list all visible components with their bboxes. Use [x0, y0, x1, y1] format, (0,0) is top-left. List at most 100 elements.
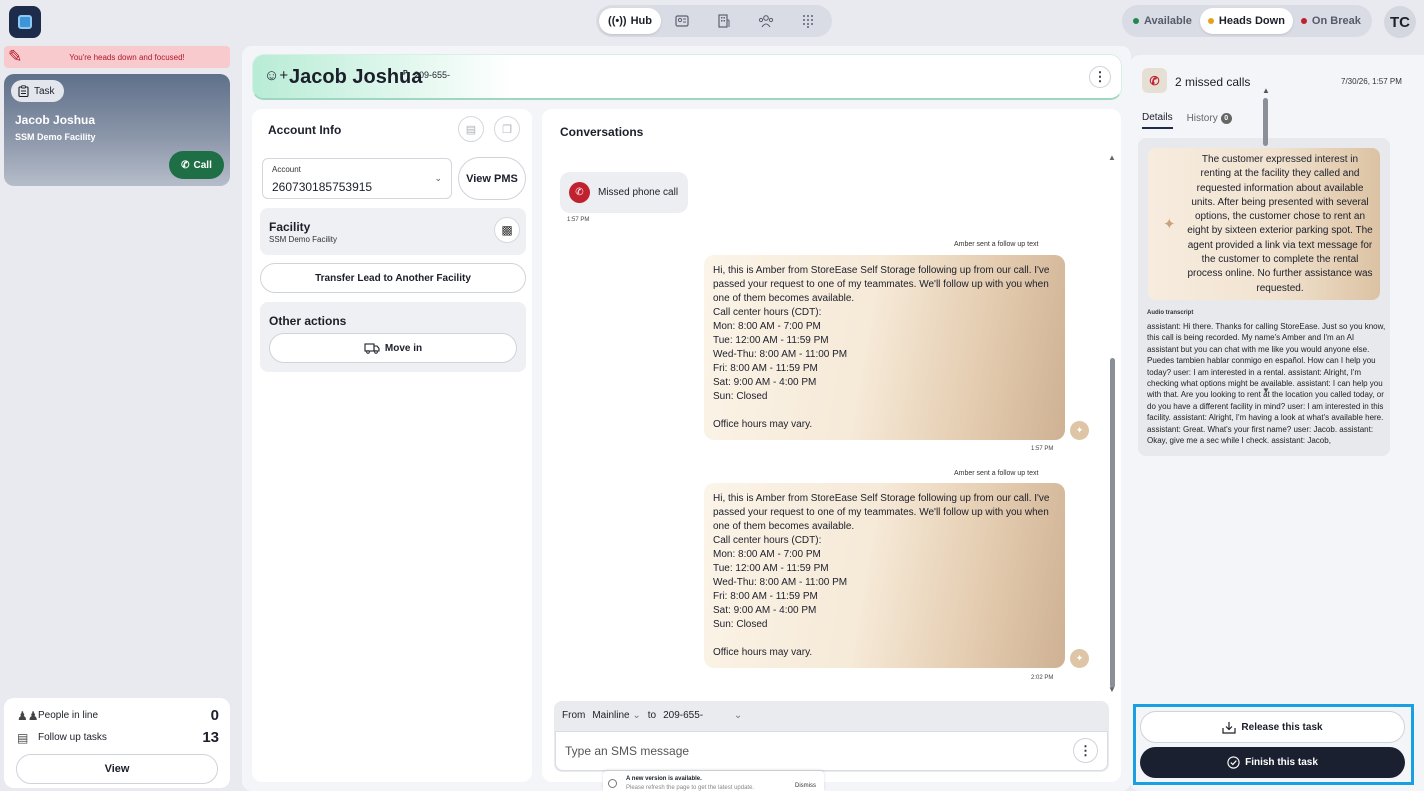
other-actions-box: Other actions Move in — [260, 302, 526, 372]
account-info-title: Account Info — [268, 123, 342, 137]
task-card[interactable]: Task Jacob Joshua SSM Demo Facility ✆ Ca… — [4, 74, 230, 186]
account-select[interactable]: Account 260730185753915 ⌄ — [262, 158, 452, 199]
finish-task-button[interactable]: Finish this task — [1140, 747, 1405, 778]
toast-title: A new version is available. — [626, 776, 702, 782]
message-bubble: Hi, this is Amber from StoreEase Self St… — [704, 483, 1065, 668]
status-heads-down-label: Heads Down — [1218, 15, 1285, 27]
other-actions-title: Other actions — [269, 314, 347, 328]
top-bar: ((•)) Hub Available Heads Down On Break — [0, 0, 1424, 44]
call-button[interactable]: ✆ Call — [169, 151, 224, 179]
from-select-value: Mainline — [592, 710, 630, 721]
queue-card: ♟♟ People in line 0 ▤ Follow up tasks 13… — [4, 698, 230, 788]
nav-hub[interactable]: ((•)) Hub — [599, 8, 661, 34]
call-button-label: Call — [193, 159, 212, 171]
history-count-badge: 0 — [1220, 113, 1232, 124]
more-vertical-icon: ⋮ — [1093, 69, 1107, 84]
facility-building-button[interactable]: ▩ — [494, 217, 520, 243]
status-heads-down[interactable]: Heads Down — [1199, 8, 1293, 34]
nav-team[interactable] — [745, 8, 787, 34]
move-in-label: Move in — [384, 342, 423, 354]
facility-title: Facility — [269, 220, 311, 234]
status-available[interactable]: Available — [1125, 8, 1200, 34]
message-thread[interactable]: ✆ Missed phone call 1:57 PM Amber sent a… — [542, 146, 1121, 699]
view-queue-button[interactable]: View — [16, 754, 218, 784]
user-avatar[interactable]: TC — [1384, 6, 1416, 38]
status-dot — [1300, 18, 1307, 24]
missed-calls-title: 2 missed calls — [1175, 75, 1251, 89]
toast-subtitle: Please refresh the page to get the lates… — [626, 785, 755, 791]
move-in-button[interactable]: Move in — [269, 333, 517, 363]
chevron-down-icon: ⌄ — [434, 173, 442, 183]
task-chip-label: Task — [34, 85, 55, 97]
tab-history[interactable]: History 0 — [1187, 112, 1232, 129]
account-select-value: 260730185753915 — [272, 180, 373, 194]
details-tabs: Details History 0 — [1142, 112, 1232, 129]
status-switcher: Available Heads Down On Break — [1122, 5, 1372, 37]
missed-call-icon: ✆ — [1142, 68, 1167, 93]
nav-contacts[interactable] — [661, 8, 703, 34]
missed-calls-timestamp: 7/30/26, 1:57 PM — [1341, 77, 1402, 86]
more-vertical-icon: ⋮ — [1079, 742, 1092, 758]
sms-input[interactable]: Type an SMS message ⋮ — [555, 731, 1108, 771]
from-label: From — [562, 710, 586, 721]
contact-menu-button[interactable]: ⋮ — [1089, 66, 1111, 88]
missed-call-time: 1:57 PM — [567, 217, 590, 223]
scroll-up-icon[interactable]: ▲ — [1262, 86, 1270, 95]
clipboard-icon — [18, 85, 29, 97]
conversations-title: Conversations — [560, 125, 644, 139]
transfer-lead-button[interactable]: Transfer Lead to Another Facility — [260, 263, 526, 293]
focus-sketch-icon: ✎ — [8, 47, 23, 66]
composer-menu-button[interactable]: ⋮ — [1073, 738, 1098, 763]
nav-dialpad[interactable] — [787, 8, 829, 34]
view-pms-button[interactable]: View PMS — [458, 157, 526, 200]
main-nav: ((•)) Hub — [596, 5, 832, 37]
document-button[interactable]: ▤ — [458, 116, 484, 142]
clipboard-icon: ▤ — [17, 730, 29, 745]
to-select[interactable]: 209-655- ⌄ — [663, 710, 742, 721]
chevron-down-icon: ⌄ — [733, 710, 743, 721]
toast-dismiss-button[interactable]: Dismiss — [795, 783, 816, 789]
to-select-value: 209-655- — [663, 710, 704, 721]
missed-call-bubble: ✆ Missed phone call — [560, 172, 688, 213]
release-task-label: Release this task — [1241, 721, 1323, 733]
scroll-down-icon[interactable]: ▼ — [1108, 685, 1116, 694]
missed-call-label: Missed phone call — [598, 187, 679, 198]
thread-scrollbar[interactable]: ▲ ▼ — [1108, 153, 1116, 694]
building-icon: ▩ — [501, 223, 513, 237]
task-chip: Task — [11, 80, 64, 102]
team-icon — [758, 15, 774, 28]
composer-routing: From Mainline ⌄ to 209-655- ⌄ — [562, 710, 742, 721]
status-dot — [1207, 18, 1214, 24]
nav-facilities[interactable] — [703, 8, 745, 34]
release-task-button[interactable]: Release this task — [1140, 711, 1405, 743]
tab-history-label: History — [1186, 113, 1218, 124]
inbox-download-icon — [1222, 721, 1237, 734]
phone-type-tag: P — [403, 70, 408, 77]
from-select[interactable]: Mainline ⌄ — [592, 710, 640, 721]
tab-details[interactable]: Details — [1142, 112, 1173, 129]
contact-card-icon — [675, 15, 689, 27]
message-bubble: Hi, this is Amber from StoreEase Self St… — [704, 255, 1065, 440]
scrollbar-thumb[interactable] — [1263, 98, 1268, 146]
task-facility: SSM Demo Facility — [15, 132, 96, 142]
copy-button[interactable]: ❐ — [494, 116, 520, 142]
status-available-label: Available — [1144, 15, 1192, 27]
status-dot — [1133, 18, 1139, 24]
details-scrollbar[interactable]: ▲ ▼ — [1262, 86, 1270, 398]
chevron-down-icon: ⌄ — [632, 710, 641, 721]
broadcast-icon: ((•)) — [608, 15, 627, 27]
status-on-break[interactable]: On Break — [1293, 8, 1369, 34]
status-on-break-label: On Break — [1311, 15, 1361, 27]
building-icon — [718, 14, 730, 28]
audio-transcript-label: Audio transcript — [1147, 310, 1194, 316]
scroll-down-icon[interactable]: ▼ — [1262, 386, 1270, 395]
scrollbar-thumb[interactable] — [1110, 358, 1115, 688]
check-circle-icon — [1227, 756, 1240, 769]
app-logo[interactable] — [9, 6, 41, 38]
scroll-up-icon[interactable]: ▲ — [1108, 153, 1116, 162]
dialpad-icon — [803, 15, 813, 28]
people-in-line-row: ♟♟ People in line 0 — [17, 707, 219, 724]
focus-banner: ✎ You're heads down and focused! — [4, 46, 230, 68]
to-label: to — [647, 710, 657, 721]
document-icon: ▤ — [465, 123, 477, 136]
